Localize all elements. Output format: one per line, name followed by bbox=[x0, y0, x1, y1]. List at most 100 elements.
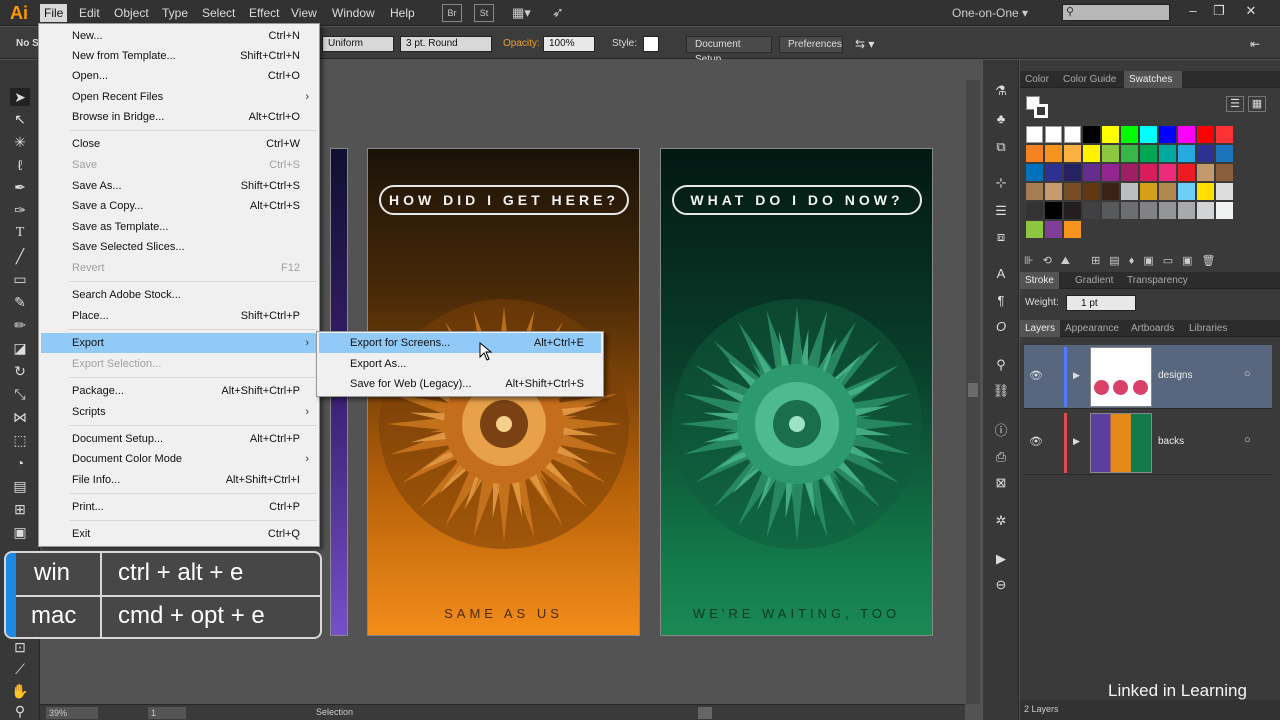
shape-builder-tool-icon[interactable]: ◔ bbox=[10, 454, 30, 472]
menu-item-exit[interactable]: Exit Ctrl+Q bbox=[41, 524, 317, 544]
artboard-green[interactable]: WHAT DO I DO NOW? WE'RE WAITING, TOO bbox=[660, 148, 933, 636]
menu-item-browse-in-bridge[interactable]: Browse in Bridge... Alt+Ctrl+O bbox=[41, 107, 317, 127]
swatch[interactable] bbox=[1178, 202, 1195, 219]
attributes-icon[interactable]: ⎙ bbox=[992, 448, 1010, 466]
swatch[interactable] bbox=[1064, 202, 1081, 219]
opentype-icon[interactable]: O bbox=[992, 318, 1010, 336]
swatch[interactable] bbox=[1178, 183, 1195, 200]
menu-view[interactable]: View bbox=[287, 4, 321, 22]
swatch[interactable] bbox=[1045, 183, 1062, 200]
lasso-tool-icon[interactable]: ℓ bbox=[10, 156, 30, 174]
expand-triangle-icon[interactable]: ▶ bbox=[1073, 370, 1080, 381]
arrange-icon[interactable]: ⇆ ▾ bbox=[855, 36, 874, 52]
visibility-eye-icon[interactable]: 👁 bbox=[1029, 435, 1043, 448]
menu-item-scripts[interactable]: Scripts › bbox=[41, 402, 317, 422]
submenu-item-save-for-web-legacy[interactable]: Save for Web (Legacy)... Alt+Shift+Ctrl+S bbox=[319, 374, 601, 394]
swatch[interactable] bbox=[1159, 183, 1176, 200]
menu-item-document-setup[interactable]: Document Setup... Alt+Ctrl+P bbox=[41, 429, 317, 449]
swatch[interactable] bbox=[1197, 126, 1214, 143]
menu-item-document-color-mode[interactable]: Document Color Mode › bbox=[41, 449, 317, 469]
color-guide-icon[interactable]: ⚗ bbox=[992, 82, 1010, 100]
swatch[interactable] bbox=[1102, 126, 1119, 143]
swatch[interactable] bbox=[1045, 126, 1062, 143]
asset-export-icon[interactable]: ✲ bbox=[992, 512, 1010, 530]
swatch[interactable] bbox=[1064, 183, 1081, 200]
horizontal-scrollbar[interactable]: 39% 1 Selection bbox=[40, 704, 965, 720]
swatch[interactable] bbox=[1064, 221, 1081, 238]
close-icon[interactable]: ✕ bbox=[1238, 2, 1264, 20]
align-icon[interactable]: ☰ bbox=[992, 202, 1010, 220]
swatch[interactable] bbox=[1216, 164, 1233, 181]
perspective-grid-tool-icon[interactable]: ▤ bbox=[10, 477, 30, 495]
graphic-style-swatch[interactable] bbox=[643, 36, 659, 52]
swatch[interactable] bbox=[1083, 183, 1100, 200]
image-trace-icon[interactable]: ⊠ bbox=[992, 474, 1010, 492]
pencil-tool-icon[interactable]: ✏ bbox=[10, 316, 30, 334]
search-stock-input[interactable]: ⚲ bbox=[1062, 4, 1170, 21]
swatch[interactable] bbox=[1045, 164, 1062, 181]
symbols-icon[interactable]: ♣ bbox=[992, 110, 1010, 128]
line-tool-icon[interactable]: ╱ bbox=[10, 247, 30, 265]
graphic-styles-icon[interactable]: ⚲ bbox=[992, 356, 1010, 374]
width-tool-icon[interactable]: ⋈ bbox=[10, 408, 30, 426]
swatch[interactable] bbox=[1102, 202, 1119, 219]
tab-libraries[interactable]: Libraries bbox=[1184, 320, 1232, 337]
swatch[interactable] bbox=[1083, 126, 1100, 143]
expand-triangle-icon[interactable]: ▶ bbox=[1073, 436, 1080, 447]
h-scroll-thumb[interactable] bbox=[698, 707, 712, 719]
swatch[interactable] bbox=[1197, 183, 1214, 200]
rectangle-tool-icon[interactable]: ▭ bbox=[10, 270, 30, 288]
swatch[interactable] bbox=[1216, 202, 1233, 219]
swatch[interactable] bbox=[1026, 202, 1043, 219]
visibility-eye-icon[interactable]: 👁 bbox=[1029, 369, 1043, 382]
transform-icon[interactable]: ⊹ bbox=[992, 174, 1010, 192]
menu-effect[interactable]: Effect bbox=[245, 4, 283, 22]
gradient-tool-icon[interactable]: ▣ bbox=[10, 523, 30, 541]
artboards-icon[interactable]: ⧉ bbox=[992, 138, 1010, 156]
list-view-icon[interactable]: ☰ bbox=[1226, 96, 1244, 112]
character-icon[interactable]: A bbox=[992, 265, 1010, 283]
slice-tool-icon[interactable]: ⟋ bbox=[10, 660, 30, 678]
swatch[interactable] bbox=[1026, 126, 1043, 143]
swatch[interactable] bbox=[1140, 145, 1157, 162]
pathfinder-icon[interactable]: ⧈ bbox=[992, 228, 1010, 246]
layer-row[interactable]: 👁 ▶ backs ○ bbox=[1024, 411, 1272, 475]
tab-artboards[interactable]: Artboards bbox=[1126, 320, 1179, 337]
eraser-tool-icon[interactable]: ◪ bbox=[10, 339, 30, 357]
target-icon[interactable]: ○ bbox=[1244, 434, 1251, 446]
swatch[interactable] bbox=[1197, 164, 1214, 181]
swatch[interactable] bbox=[1026, 164, 1043, 181]
menu-item-new[interactable]: New... Ctrl+N bbox=[41, 26, 317, 46]
swatch[interactable] bbox=[1064, 145, 1081, 162]
swatch[interactable] bbox=[1159, 126, 1176, 143]
rotate-tool-icon[interactable]: ↻ bbox=[10, 362, 30, 380]
tab-transparency[interactable]: Transparency bbox=[1122, 272, 1193, 289]
actions-icon[interactable]: ▶ bbox=[992, 550, 1010, 568]
menu-item-save[interactable]: Save Ctrl+S bbox=[41, 155, 317, 175]
swatch[interactable] bbox=[1083, 145, 1100, 162]
hand-tool-icon[interactable]: ✋ bbox=[10, 682, 30, 700]
preferences-button[interactable]: Preferences bbox=[779, 36, 843, 53]
swatch[interactable] bbox=[1216, 126, 1233, 143]
tab-layers[interactable]: Layers bbox=[1020, 320, 1061, 337]
menu-item-package[interactable]: Package... Alt+Shift+Ctrl+P bbox=[41, 381, 317, 401]
workspace-switcher[interactable]: One-on-One ▾ bbox=[952, 5, 1044, 21]
mesh-tool-icon[interactable]: ⊞ bbox=[10, 500, 30, 518]
tab-stroke[interactable]: Stroke bbox=[1020, 272, 1059, 289]
menu-item-revert[interactable]: Revert F12 bbox=[41, 258, 317, 278]
swatch[interactable] bbox=[1197, 145, 1214, 162]
swatch[interactable] bbox=[1083, 164, 1100, 181]
tab-gradient[interactable]: Gradient bbox=[1070, 272, 1118, 289]
swatch[interactable] bbox=[1216, 183, 1233, 200]
menu-help[interactable]: Help bbox=[386, 4, 419, 22]
swatch[interactable] bbox=[1045, 145, 1062, 162]
scale-tool-icon[interactable]: ⤡ bbox=[10, 385, 30, 403]
swatch[interactable] bbox=[1140, 126, 1157, 143]
submenu-item-export-for-screens[interactable]: Export for Screens... Alt+Ctrl+E bbox=[319, 333, 601, 353]
menu-item-save-as-template[interactable]: Save as Template... bbox=[41, 217, 317, 237]
swatch[interactable] bbox=[1140, 183, 1157, 200]
swatch[interactable] bbox=[1045, 202, 1062, 219]
gpu-performance-icon[interactable]: ➶ bbox=[552, 4, 572, 22]
tab-swatches[interactable]: Swatches bbox=[1124, 71, 1182, 88]
swatch[interactable] bbox=[1159, 164, 1176, 181]
